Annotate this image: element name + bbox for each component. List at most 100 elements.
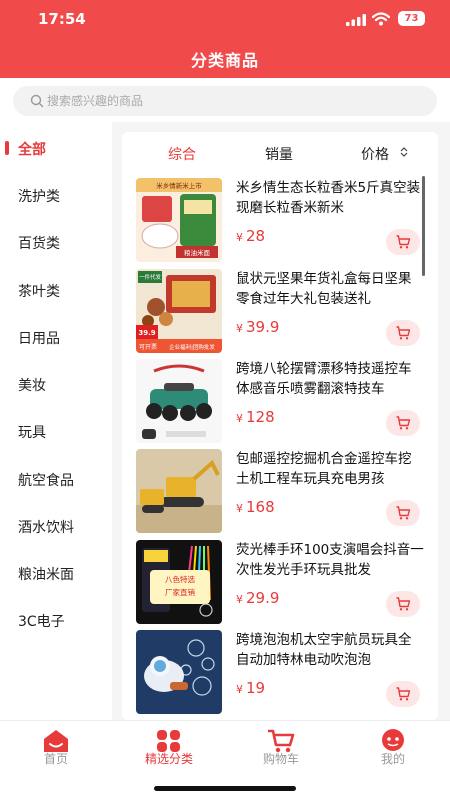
product-name[interactable]: 荧光棒手环100支演唱会抖音一次性发光手环玩具批发 bbox=[236, 540, 424, 584]
image-caption: 企业福利|团购批发 bbox=[169, 343, 215, 351]
sidebar-item-personal-care[interactable]: 洗护类 bbox=[0, 175, 112, 215]
price-value: 168 bbox=[246, 498, 275, 516]
tab-categories[interactable]: 精选分类 bbox=[124, 721, 214, 781]
sidebar-item-label: 百货类 bbox=[18, 236, 60, 252]
sidebar-item-toys[interactable]: 玩具 bbox=[0, 411, 112, 451]
price-value: 29.9 bbox=[246, 589, 280, 607]
product-price: ¥128 bbox=[236, 408, 275, 426]
image-caption: 厂家直销 bbox=[165, 587, 195, 597]
cart-icon bbox=[396, 235, 411, 249]
product-image-excavator bbox=[136, 449, 222, 533]
sidebar-item-all[interactable]: 全部 bbox=[0, 128, 112, 168]
sidebar-item-label: 日用品 bbox=[18, 331, 60, 347]
sidebar-item-label: 洗护类 bbox=[18, 189, 60, 205]
tab-profile[interactable]: 我的 bbox=[348, 721, 438, 781]
sidebar-item-label: 3C电子 bbox=[18, 614, 65, 630]
sidebar-item-label: 粮油米面 bbox=[18, 567, 74, 583]
search-area bbox=[0, 78, 450, 122]
price-value: 28 bbox=[246, 227, 266, 245]
sort-arrows-icon[interactable] bbox=[400, 146, 408, 158]
product-name[interactable]: 跨境八轮摆臂漂移特技遥控车体感音乐喷雾翻滚特技车 bbox=[236, 359, 424, 403]
status-bar: 17:54 73 bbox=[0, 0, 450, 38]
sidebar-item-label: 航空食品 bbox=[18, 473, 74, 489]
tab-home[interactable]: 首页 bbox=[11, 721, 101, 781]
sidebar-item-drinks[interactable]: 酒水饮料 bbox=[0, 506, 112, 546]
price-value: 128 bbox=[246, 408, 275, 426]
tab-label: 购物车 bbox=[262, 752, 299, 766]
active-indicator bbox=[5, 141, 9, 155]
sort-tab-price[interactable]: 价格 bbox=[361, 144, 389, 164]
image-caption: 八色特选 bbox=[165, 574, 195, 584]
image-caption: 粮油米面 bbox=[184, 248, 211, 257]
product-card[interactable]: 跨境八轮摆臂漂移特技遥控车体感音乐喷雾翻滚特技车 ¥128 bbox=[132, 359, 432, 443]
product-name[interactable]: 包邮遥控挖掘机合金遥控车挖土机工程车玩具充电男孩 bbox=[236, 449, 424, 493]
add-to-cart-button[interactable] bbox=[386, 591, 420, 617]
product-card[interactable]: 八色特选 厂家直销 荧光棒手环100支演唱会抖音一次性发光手环玩具批发 ¥29.… bbox=[132, 540, 432, 624]
add-to-cart-button[interactable] bbox=[386, 229, 420, 255]
sidebar-item-daily-use[interactable]: 日用品 bbox=[0, 317, 112, 357]
product-image-rc-car bbox=[136, 359, 222, 443]
sidebar-item-label: 茶叶类 bbox=[18, 284, 60, 300]
sidebar-item-general-goods[interactable]: 百货类 bbox=[0, 222, 112, 262]
sidebar-item-tea[interactable]: 茶叶类 bbox=[0, 270, 112, 310]
sort-tabs: 综合 销量 价格 bbox=[122, 132, 438, 174]
sort-tab-overall[interactable]: 综合 bbox=[168, 144, 196, 164]
scrollbar-thumb[interactable] bbox=[422, 176, 425, 276]
sidebar-item-label: 全部 bbox=[18, 142, 46, 158]
category-sidebar: 全部 洗护类 百货类 茶叶类 日用品 美妆 玩具 航空食品 酒水饮料 粮油米面 … bbox=[0, 122, 112, 720]
image-caption: 米乡情新米上市 bbox=[156, 181, 202, 190]
add-to-cart-button[interactable] bbox=[386, 320, 420, 346]
currency-symbol: ¥ bbox=[236, 683, 243, 696]
product-image-bubble-machine bbox=[136, 630, 222, 714]
search-icon bbox=[30, 94, 44, 108]
sidebar-item-label: 美妆 bbox=[18, 378, 46, 394]
product-price: ¥39.9 bbox=[236, 318, 279, 336]
add-to-cart-button[interactable] bbox=[386, 410, 420, 436]
cart-icon bbox=[396, 597, 411, 611]
product-image-rice: 米乡情新米上市 粮油米面 bbox=[136, 178, 222, 262]
sidebar-item-label: 玩具 bbox=[18, 425, 46, 441]
product-card[interactable]: 米乡情新米上市 粮油米面 米乡情生态长粒香米5斤真空装 现磨长粒香米新米 ¥28 bbox=[132, 178, 432, 262]
sidebar-item-3c-electronics[interactable]: 3C电子 bbox=[0, 600, 112, 640]
sidebar-item-airline-food[interactable]: 航空食品 bbox=[0, 459, 112, 499]
currency-symbol: ¥ bbox=[236, 502, 243, 515]
add-to-cart-button[interactable] bbox=[386, 500, 420, 526]
tab-cart[interactable]: 购物车 bbox=[236, 721, 326, 781]
page-title: 分类商品 bbox=[190, 51, 259, 70]
tab-label: 首页 bbox=[43, 752, 68, 766]
cart-icon bbox=[396, 416, 411, 430]
add-to-cart-button[interactable] bbox=[386, 681, 420, 707]
product-card[interactable]: 包邮遥控挖掘机合金遥控车挖土机工程车玩具充电男孩 ¥168 bbox=[132, 449, 432, 533]
product-name[interactable]: 米乡情生态长粒香米5斤真空装 现磨长粒香米新米 bbox=[236, 178, 424, 222]
battery-icon: 73 bbox=[398, 11, 425, 26]
image-caption: 39.9 bbox=[138, 329, 155, 337]
search-bar[interactable] bbox=[13, 86, 437, 116]
currency-symbol: ¥ bbox=[236, 322, 243, 335]
sort-tab-sales[interactable]: 销量 bbox=[265, 144, 293, 164]
product-card[interactable]: 一件代发 39.9 可开票 企业福利|团购批发 鼠状元坚果年货礼盒每日坚果零食过… bbox=[132, 269, 432, 353]
search-input[interactable] bbox=[47, 86, 427, 116]
product-name[interactable]: 跨境泡泡机太空宇航员玩具全自动加特林电动吹泡泡 bbox=[236, 630, 424, 674]
product-image-nuts: 一件代发 39.9 可开票 企业福利|团购批发 bbox=[136, 269, 222, 353]
product-price: ¥19 bbox=[236, 679, 265, 697]
cart-icon bbox=[396, 687, 411, 701]
product-price: ¥28 bbox=[236, 227, 265, 245]
sidebar-item-grain-oil[interactable]: 粮油米面 bbox=[0, 553, 112, 593]
product-image-glow-sticks: 八色特选 厂家直销 bbox=[136, 540, 222, 624]
cart-icon bbox=[396, 326, 411, 340]
tab-label: 我的 bbox=[380, 752, 405, 766]
product-panel: 综合 销量 价格 米乡情新米上市 粮油米面 米乡情生态长粒香米5斤真空装 现磨长… bbox=[122, 132, 438, 720]
price-value: 39.9 bbox=[246, 318, 280, 336]
sidebar-item-label: 酒水饮料 bbox=[18, 520, 74, 536]
wifi-icon bbox=[372, 12, 390, 26]
image-caption: 一件代发 bbox=[139, 273, 162, 281]
sidebar-item-beauty[interactable]: 美妆 bbox=[0, 364, 112, 404]
tab-label: 精选分类 bbox=[144, 752, 193, 766]
product-card[interactable]: 跨境泡泡机太空宇航员玩具全自动加特林电动吹泡泡 ¥19 bbox=[132, 630, 432, 714]
cart-icon bbox=[396, 506, 411, 520]
currency-symbol: ¥ bbox=[236, 412, 243, 425]
cellular-signal-icon bbox=[346, 14, 366, 26]
product-name[interactable]: 鼠状元坚果年货礼盒每日坚果零食过年大礼包装送礼 bbox=[236, 269, 424, 313]
product-price: ¥168 bbox=[236, 498, 275, 516]
app-header: 17:54 73 分类商品 bbox=[0, 0, 450, 78]
